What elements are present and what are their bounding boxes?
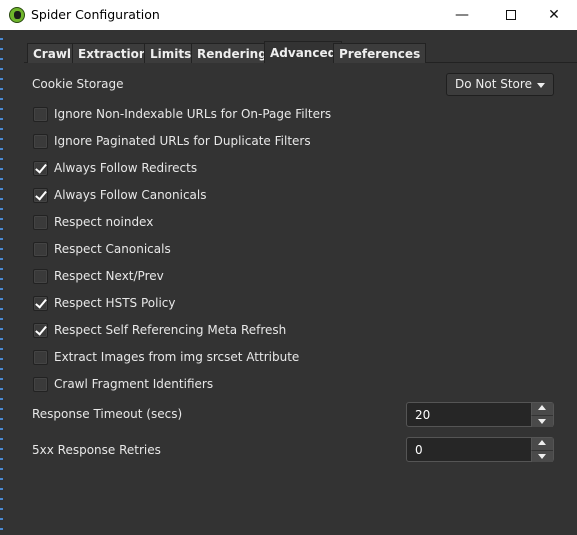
option-checkbox-row[interactable]: Respect Next/Prev	[33, 268, 164, 284]
retries-label: 5xx Response Retries	[32, 443, 161, 457]
retries-spinner[interactable]: 0	[406, 437, 554, 462]
window-title: Spider Configuration	[31, 7, 160, 22]
tab-limits[interactable]: Limits	[144, 43, 198, 63]
option-checkbox-row[interactable]: Respect noindex	[33, 214, 153, 230]
response-timeout-label: Response Timeout (secs)	[32, 407, 183, 421]
option-checkbox-row[interactable]: Extract Images from img srcset Attribute	[33, 349, 299, 365]
maximize-icon	[506, 10, 516, 20]
app-logo-icon	[9, 7, 25, 23]
increment-button[interactable]	[531, 403, 553, 415]
retries-value[interactable]: 0	[415, 443, 423, 457]
tab-bar: Crawl Extraction Limits Rendering Advanc…	[24, 41, 577, 63]
option-checkbox-row[interactable]: Ignore Paginated URLs for Duplicate Filt…	[33, 133, 311, 149]
chevron-down-icon	[537, 83, 545, 92]
minimize-icon: —	[455, 7, 469, 23]
checkbox[interactable]	[33, 322, 48, 338]
option-checkbox-row[interactable]: Respect HSTS Policy	[33, 295, 175, 311]
tab-rendering[interactable]: Rendering	[191, 43, 273, 63]
close-button[interactable]: ✕	[531, 0, 577, 30]
checkbox-label: Ignore Non-Indexable URLs for On-Page Fi…	[54, 107, 332, 121]
checkbox-label: Respect Next/Prev	[54, 269, 164, 283]
checkbox[interactable]	[33, 214, 48, 230]
cookie-storage-value: Do Not Store	[455, 77, 532, 91]
option-checkbox-row[interactable]: Ignore Non-Indexable URLs for On-Page Fi…	[33, 106, 331, 122]
checkbox-label: Extract Images from img srcset Attribute	[54, 350, 300, 364]
response-timeout-value[interactable]: 20	[415, 408, 430, 422]
option-checkbox-row[interactable]: Always Follow Redirects	[33, 160, 197, 176]
maximize-button[interactable]	[488, 0, 534, 30]
checkbox[interactable]	[33, 349, 48, 365]
checkbox-label: Always Follow Canonicals	[54, 188, 207, 202]
option-checkbox-row[interactable]: Respect Canonicals	[33, 241, 171, 257]
checkbox[interactable]	[33, 160, 48, 176]
checkbox[interactable]	[33, 268, 48, 284]
response-timeout-spinner[interactable]: 20	[406, 402, 554, 427]
checkbox-label: Ignore Paginated URLs for Duplicate Filt…	[54, 134, 311, 148]
tab-crawl[interactable]: Crawl	[27, 43, 78, 63]
tab-advanced[interactable]: Advanced	[264, 41, 343, 63]
minimize-button[interactable]: —	[439, 0, 485, 30]
tab-preferences[interactable]: Preferences	[333, 43, 427, 63]
checkbox-label: Respect Self Referencing Meta Refresh	[54, 323, 287, 337]
tab-extraction[interactable]: Extraction	[72, 43, 154, 63]
decrement-button[interactable]	[531, 415, 553, 427]
checkbox[interactable]	[33, 295, 48, 311]
checkbox-label: Always Follow Redirects	[54, 161, 198, 175]
option-checkbox-row[interactable]: Respect Self Referencing Meta Refresh	[33, 322, 286, 338]
checkbox[interactable]	[33, 187, 48, 203]
decrement-button[interactable]	[531, 450, 553, 462]
checkbox[interactable]	[33, 241, 48, 257]
option-checkbox-row[interactable]: Always Follow Canonicals	[33, 187, 207, 203]
increment-button[interactable]	[531, 438, 553, 450]
title-bar: Spider Configuration — ✕	[0, 0, 577, 30]
checkbox-label: Respect noindex	[54, 215, 154, 229]
checkbox-label: Crawl Fragment Identifiers	[54, 377, 214, 391]
cookie-storage-dropdown[interactable]: Do Not Store	[446, 73, 554, 96]
window-edge	[0, 30, 3, 535]
option-checkbox-row[interactable]: Crawl Fragment Identifiers	[33, 376, 213, 392]
close-icon: ✕	[548, 7, 560, 23]
checkbox[interactable]	[33, 133, 48, 149]
cookie-storage-label: Cookie Storage	[32, 77, 124, 91]
checkbox[interactable]	[33, 376, 48, 392]
checkbox-label: Respect Canonicals	[54, 242, 171, 256]
checkbox[interactable]	[33, 106, 48, 122]
checkbox-label: Respect HSTS Policy	[54, 296, 176, 310]
